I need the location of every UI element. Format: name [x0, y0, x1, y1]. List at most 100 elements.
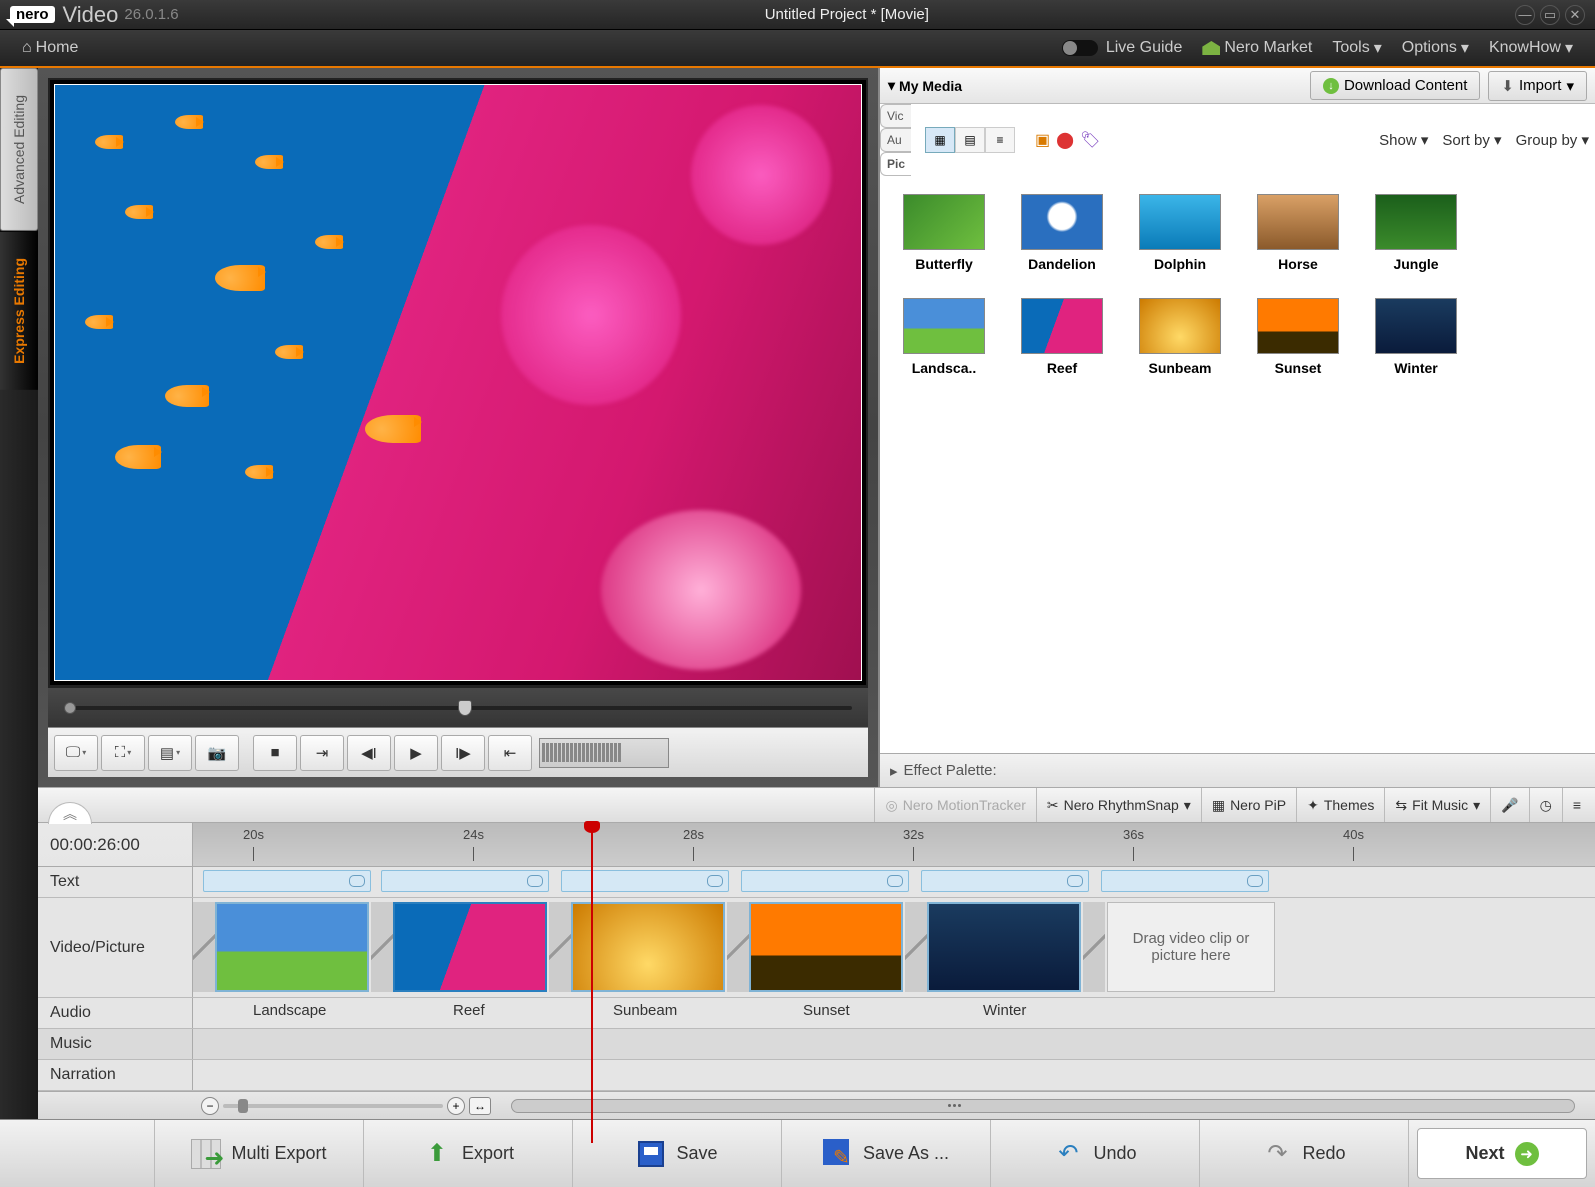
thumb-label: Reef [1016, 360, 1108, 376]
redo-button[interactable]: ↷ Redo [1200, 1120, 1409, 1187]
track-music[interactable] [193, 1029, 1595, 1059]
transition[interactable] [371, 902, 393, 992]
media-thumb[interactable]: Landsca.. [898, 298, 990, 376]
zoom-fit-button[interactable]: ↔ [469, 1097, 491, 1115]
display-mode-button[interactable]: 🖵 [54, 735, 98, 771]
media-thumb[interactable]: Reef [1016, 298, 1108, 376]
timeline-scrollbar[interactable] [511, 1099, 1575, 1113]
seek-thumb-icon[interactable] [458, 700, 472, 716]
media-tab-audio[interactable]: Au [880, 128, 911, 152]
knowhow-menu[interactable]: KnowHow▾ [1489, 38, 1573, 58]
mic-button[interactable]: 🎤 [1490, 788, 1528, 822]
video-clip-winter[interactable] [927, 902, 1081, 992]
media-thumb[interactable]: Horse [1252, 194, 1344, 272]
effect-palette-header[interactable]: ▸ Effect Palette: [880, 753, 1595, 787]
download-content-button[interactable]: ↓ Download Content [1310, 71, 1480, 100]
snapshot-button[interactable]: 📷 [195, 735, 239, 771]
view-thumb-large-button[interactable]: ▦ [925, 127, 955, 153]
transition[interactable] [549, 902, 571, 992]
favorite-filter-icon[interactable]: ▣ [1035, 130, 1050, 150]
media-title[interactable]: ▾ My Media [888, 77, 1302, 94]
sortby-menu[interactable]: Sort by ▾ [1442, 131, 1501, 149]
media-thumb[interactable]: Dolphin [1134, 194, 1226, 272]
live-guide-toggle[interactable]: Live Guide [1062, 39, 1183, 57]
express-editing-tab[interactable]: Express Editing [0, 231, 38, 390]
view-list-button[interactable]: ≡ [985, 127, 1015, 153]
video-clip-reef[interactable] [393, 902, 547, 992]
home-button[interactable]: ⌂ Home [22, 39, 78, 57]
mark-in-button[interactable]: ⇥ [300, 735, 344, 771]
transition[interactable] [1083, 902, 1105, 992]
duration-button[interactable]: ◷ [1529, 788, 1562, 822]
text-clip[interactable] [741, 870, 909, 892]
nero-market-button[interactable]: Nero Market [1202, 39, 1312, 57]
track-narration[interactable] [193, 1060, 1595, 1090]
fullscreen-button[interactable]: ⛶ [101, 735, 145, 771]
redo-icon: ↷ [1262, 1139, 1292, 1169]
show-menu[interactable]: Show ▾ [1379, 131, 1428, 149]
ruler-tick: 20s [243, 827, 264, 842]
import-button[interactable]: ⬇ Import ▾ [1488, 71, 1587, 101]
step-back-button[interactable]: ◀I [347, 735, 391, 771]
timeline-ruler[interactable]: 20s24s28s32s36s40s [193, 823, 1595, 866]
text-clip[interactable] [1101, 870, 1269, 892]
text-clip[interactable] [921, 870, 1089, 892]
rhythm-snap-button[interactable]: ✂Nero RhythmSnap▾ [1036, 788, 1201, 822]
track-video[interactable]: Drag video clip or picture here [193, 898, 1595, 997]
step-fwd-button[interactable]: I▶ [441, 735, 485, 771]
text-clip[interactable] [381, 870, 549, 892]
options-menu[interactable]: Options▾ [1402, 38, 1469, 58]
media-thumb[interactable]: Butterfly [898, 194, 990, 272]
media-thumb[interactable]: Dandelion [1016, 194, 1108, 272]
save-as-button[interactable]: Save As ... [782, 1120, 991, 1187]
expand-timeline-button[interactable]: ︽ [48, 802, 92, 824]
location-filter-icon[interactable]: ⬤ [1056, 130, 1074, 150]
seek-bar[interactable] [48, 687, 868, 727]
media-tab-picture[interactable]: Pic [880, 152, 911, 176]
minimize-button[interactable]: — [1515, 5, 1535, 25]
export-button[interactable]: ⬆ Export [364, 1120, 573, 1187]
stop-button[interactable]: ■ [253, 735, 297, 771]
transition[interactable] [193, 902, 215, 992]
save-button[interactable]: Save [573, 1120, 782, 1187]
tag-filter-icon[interactable]: 🏷 [1080, 130, 1100, 150]
pip-button[interactable]: ▦Nero PiP [1201, 788, 1296, 822]
video-clip-sunbeam[interactable] [571, 902, 725, 992]
track-audio[interactable]: Landscape Reef Sunbeam Sunset Winter [193, 998, 1595, 1028]
close-button[interactable]: ✕ [1565, 5, 1585, 25]
undo-button[interactable]: ↶ Undo [991, 1120, 1200, 1187]
settings-button[interactable]: ≡ [1562, 788, 1591, 822]
zoom-in-button[interactable]: + [447, 1097, 465, 1115]
motion-tracker-button[interactable]: ◎Nero MotionTracker [874, 788, 1035, 822]
tools-menu[interactable]: Tools▾ [1332, 38, 1381, 58]
media-thumb[interactable]: Winter [1370, 298, 1462, 376]
mark-out-button[interactable]: ⇤ [488, 735, 532, 771]
media-tab-video[interactable]: Vic [880, 104, 911, 128]
zoom-out-button[interactable]: − [201, 1097, 219, 1115]
video-drop-zone[interactable]: Drag video clip or picture here [1107, 902, 1275, 992]
transition[interactable] [905, 902, 927, 992]
media-thumb[interactable]: Sunset [1252, 298, 1344, 376]
view-thumb-small-button[interactable]: ▤ [955, 127, 985, 153]
media-thumb[interactable]: Jungle [1370, 194, 1462, 272]
zoom-slider[interactable] [223, 1104, 443, 1108]
transition[interactable] [727, 902, 749, 992]
playhead[interactable] [591, 823, 593, 1143]
advanced-editing-tab[interactable]: Advanced Editing [0, 68, 38, 231]
text-clip[interactable] [561, 870, 729, 892]
track-text[interactable] [193, 867, 1595, 897]
fit-music-button[interactable]: ⇆Fit Music▾ [1384, 788, 1490, 822]
groupby-menu[interactable]: Group by ▾ [1516, 131, 1589, 149]
text-clip[interactable] [203, 870, 371, 892]
play-button[interactable]: ▶ [394, 735, 438, 771]
next-button[interactable]: Next ➜ [1417, 1128, 1587, 1179]
preview-viewport[interactable] [48, 78, 868, 687]
media-thumb[interactable]: Sunbeam [1134, 298, 1226, 376]
aspect-button[interactable]: ▤ [148, 735, 192, 771]
themes-button[interactable]: ✦Themes [1296, 788, 1384, 822]
video-clip-landscape[interactable] [215, 902, 369, 992]
maximize-button[interactable]: ▭ [1540, 5, 1560, 25]
multi-export-button[interactable]: Multi Export [155, 1120, 364, 1187]
video-clip-sunset[interactable] [749, 902, 903, 992]
zoom-control[interactable]: − + ↔ [201, 1097, 491, 1115]
